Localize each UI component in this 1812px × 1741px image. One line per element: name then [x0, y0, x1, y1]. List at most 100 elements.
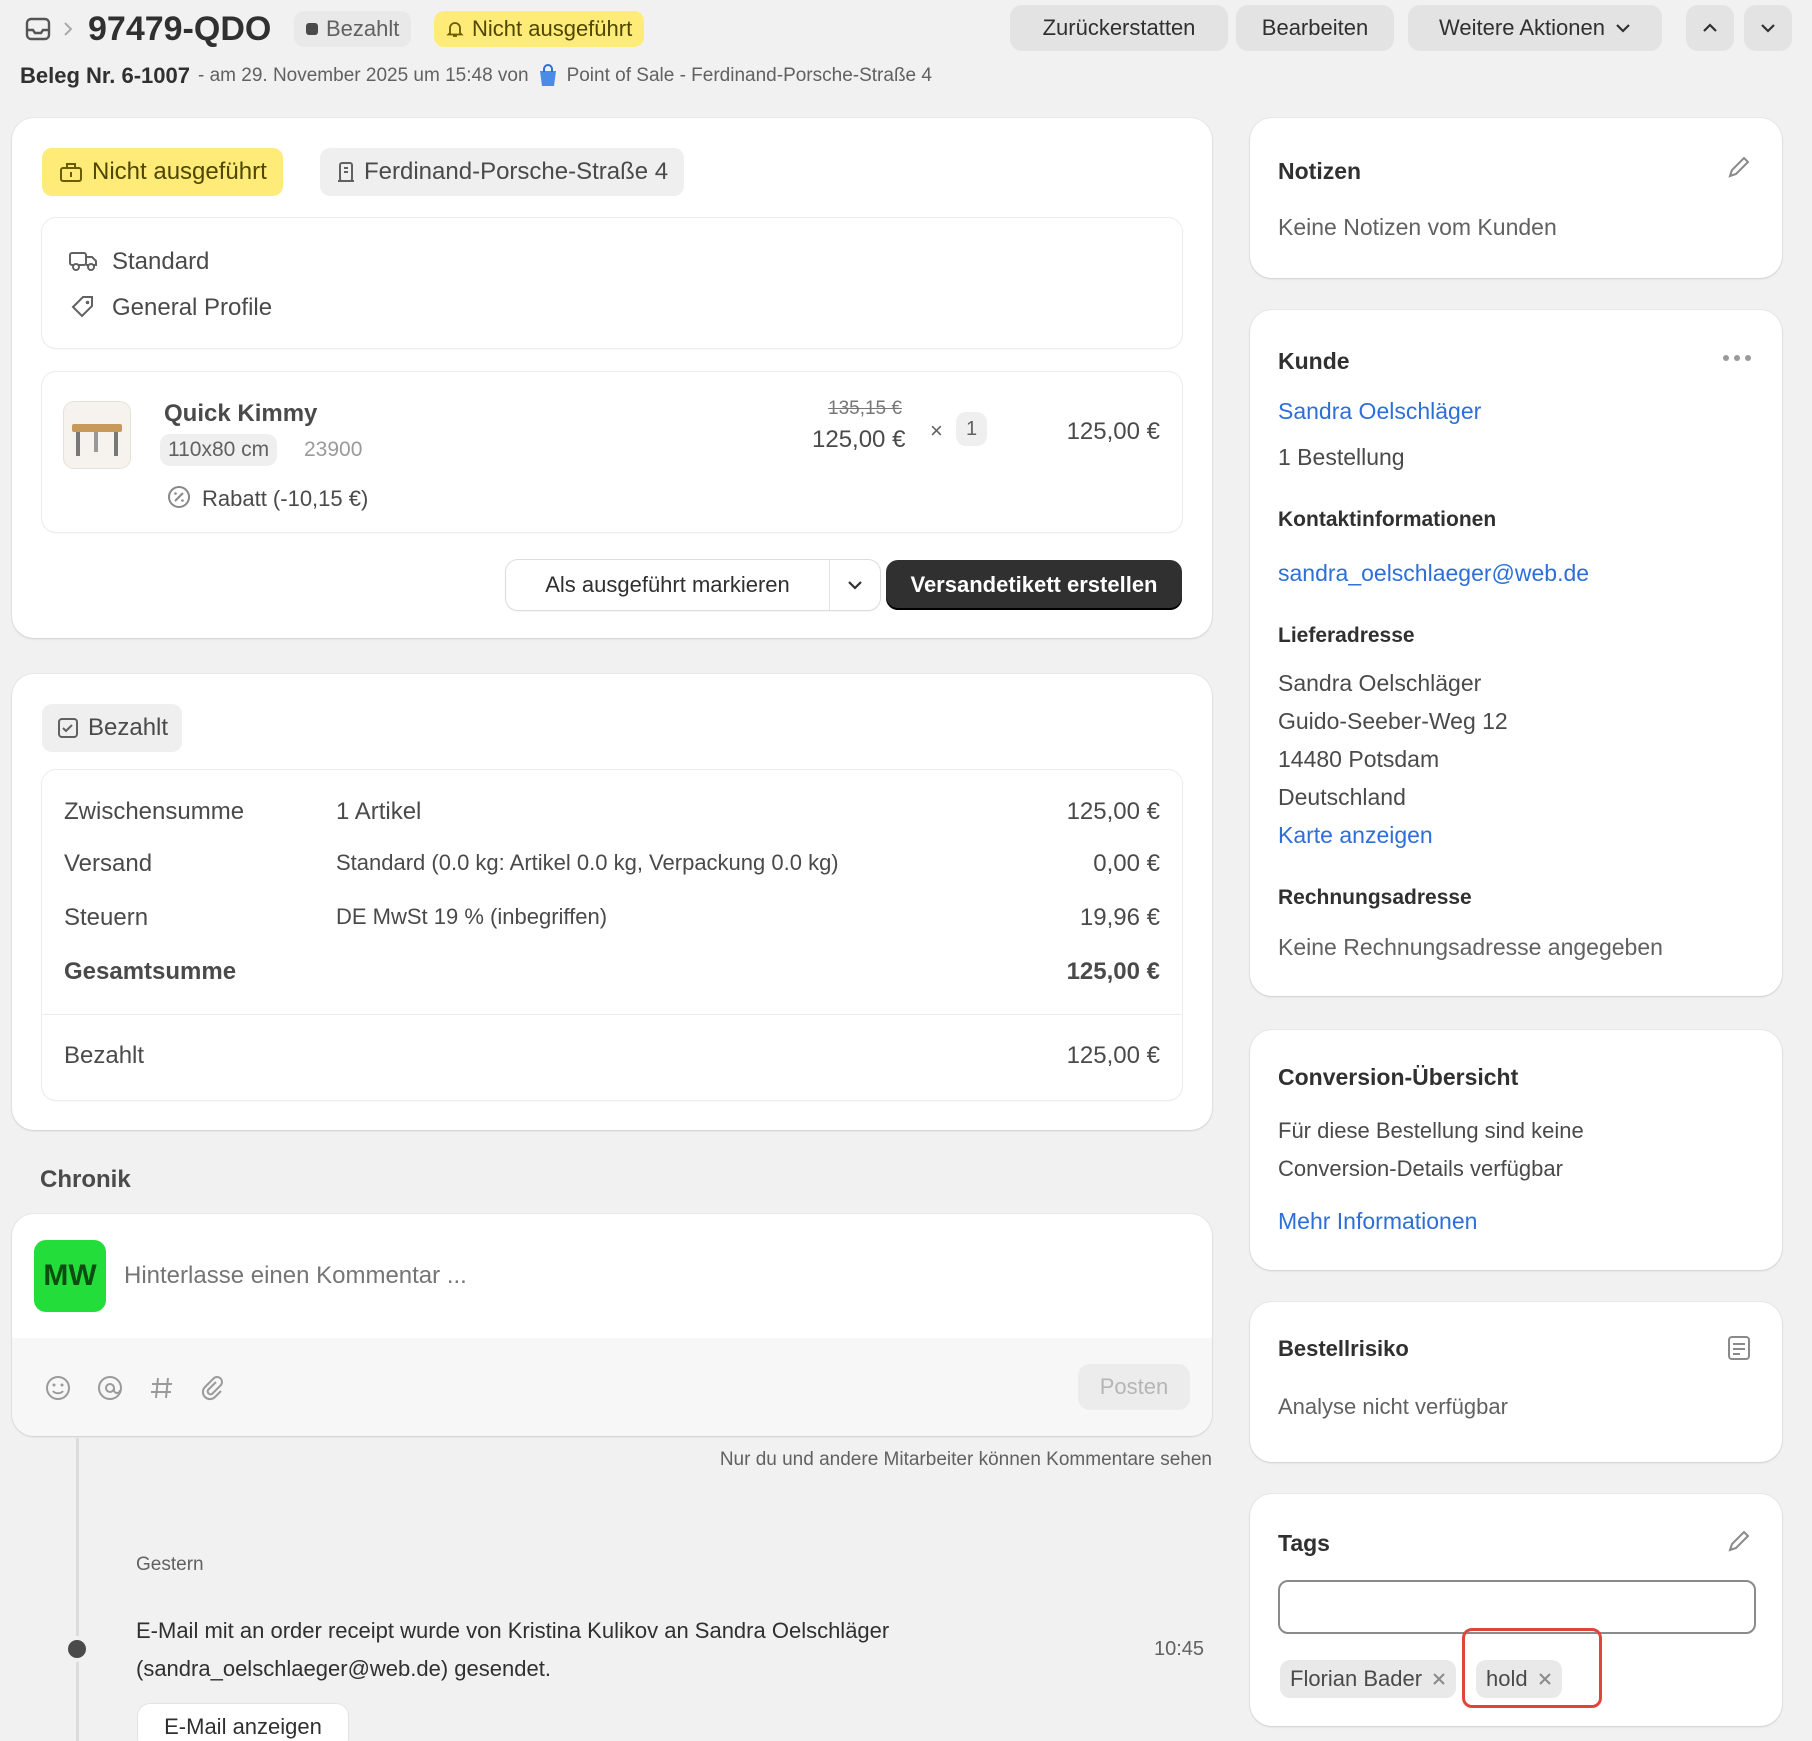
divider	[42, 1014, 1182, 1015]
chevron-up-icon	[1702, 23, 1718, 33]
fulfillment-card: Nicht ausgeführt Ferdinand-Porsche-Straß…	[12, 118, 1212, 638]
mark-fulfilled-dropdown[interactable]	[830, 560, 880, 610]
shipping-method: Standard	[112, 248, 210, 275]
building-icon	[336, 160, 356, 184]
address-city: 14480 Potsdam	[1278, 746, 1440, 772]
payment-summary-box: Zwischensumme 1 Artikel 125,00 € Versand…	[42, 770, 1182, 1100]
tax-detail: DE MwSt 19 % (inbegriffen)	[336, 904, 608, 929]
order-id: 97479-QDO	[88, 10, 272, 48]
previous-order-button[interactable]	[1686, 5, 1734, 51]
customer-name-link[interactable]: Sandra Oelschläger	[1278, 398, 1481, 425]
subtotal-label: Zwischensumme	[64, 798, 245, 825]
attachment-icon[interactable]	[198, 1374, 226, 1402]
shipping-profile: General Profile	[112, 294, 273, 321]
shipping-address-title: Lieferadresse	[1278, 624, 1415, 647]
post-button[interactable]: Posten	[1078, 1364, 1190, 1410]
conversion-title: Conversion-Übersicht	[1278, 1064, 1519, 1090]
comment-input[interactable]	[124, 1248, 1184, 1304]
visibility-note: Nur du und andere Mitarbeiter können Kom…	[719, 1449, 1212, 1470]
fulfillment-status-badge: Nicht ausgeführt	[42, 148, 283, 196]
address-country: Deutschland	[1278, 784, 1406, 810]
subtotal-detail: 1 Artikel	[336, 798, 422, 825]
discount-label: Rabatt (-10,15 €)	[202, 486, 369, 511]
close-icon[interactable]	[1432, 1672, 1446, 1686]
show-email-button[interactable]: E-Mail anzeigen	[138, 1704, 348, 1741]
total-label: Gesamtsumme	[64, 958, 237, 985]
timeline-event-line-1: E-Mail mit an order receipt wurde von Kr…	[136, 1618, 890, 1643]
order-meta-line: Beleg Nr. 6-1007 - am 29. November 2025 …	[20, 63, 932, 89]
timeline-event-line-2: (sandra_oelschlaeger@web.de) gesendet.	[136, 1656, 551, 1681]
product-name[interactable]: Quick Kimmy	[164, 400, 317, 428]
timeline-event-time: 10:45	[1154, 1638, 1205, 1660]
truck-icon	[68, 248, 98, 272]
timeline-line	[76, 1438, 79, 1741]
notes-title: Notizen	[1278, 158, 1362, 184]
discount-icon	[166, 484, 192, 510]
checkbox-icon	[56, 716, 80, 740]
dot-icon	[306, 23, 318, 35]
composer-toolbar: Posten	[12, 1338, 1212, 1436]
more-horizontal-icon[interactable]	[1722, 354, 1752, 362]
highlight-box	[1462, 1628, 1602, 1708]
product-thumbnail[interactable]	[64, 402, 130, 468]
bell-icon	[446, 20, 464, 38]
billing-address-text: Keine Rechnungsadresse angegeben	[1278, 934, 1663, 960]
line-item-box: Quick Kimmy 110x80 cm 23900 Rabatt (-10,…	[42, 372, 1182, 532]
order-risk-title: Bestellrisiko	[1278, 1336, 1409, 1361]
tags-title: Tags	[1278, 1530, 1330, 1556]
timeline-dot	[68, 1640, 86, 1658]
emoji-icon[interactable]	[44, 1374, 72, 1402]
tags-input[interactable]	[1278, 1580, 1756, 1634]
mention-icon[interactable]	[96, 1374, 124, 1402]
billing-address-title: Rechnungsadresse	[1278, 886, 1472, 909]
report-icon[interactable]	[1726, 1334, 1752, 1362]
payment-status-badge: Bezahlt	[42, 704, 183, 752]
customer-title: Kunde	[1278, 348, 1350, 374]
notes-card: Notizen Keine Notizen vom Kunden	[1250, 118, 1782, 278]
more-actions-button[interactable]: Weitere Aktionen	[1408, 5, 1662, 51]
payment-card: Bezahlt Zwischensumme 1 Artikel 125,00 €…	[12, 674, 1212, 1130]
mark-fulfilled-button[interactable]: Als ausgeführt markieren	[506, 560, 830, 610]
conversion-text-1: Für diese Bestellung sind keine	[1278, 1118, 1584, 1143]
more-information-link[interactable]: Mehr Informationen	[1278, 1208, 1477, 1235]
edit-button[interactable]: Bearbeiten	[1236, 5, 1394, 51]
notes-text: Keine Notizen vom Kunden	[1278, 214, 1557, 240]
times-sign: ×	[930, 418, 943, 443]
paid-label: Bezahlt	[64, 1042, 145, 1069]
shipping-amount: 0,00 €	[1093, 850, 1160, 877]
pencil-icon[interactable]	[1726, 1528, 1752, 1554]
subtotal-amount: 125,00 €	[1066, 798, 1160, 825]
shopify-bag-icon	[537, 64, 559, 88]
shipping-method-box: Standard General Profile	[42, 218, 1182, 348]
receipt-meta: - am 29. November 2025 um 15:48 von	[197, 65, 529, 86]
receipt-number: Beleg Nr. 6-1007	[20, 63, 190, 88]
date-group-label: Gestern	[136, 1554, 204, 1575]
tag-icon	[70, 294, 96, 320]
total-amount: 125,00 €	[1066, 958, 1160, 985]
shipping-detail: Standard (0.0 kg: Artikel 0.0 kg, Verpac…	[336, 850, 839, 875]
next-order-button[interactable]	[1744, 5, 1792, 51]
comment-composer: MW Posten	[12, 1214, 1212, 1436]
conversion-card: Conversion-Übersicht Für diese Bestellun…	[1250, 1030, 1782, 1270]
hashtag-icon[interactable]	[148, 1374, 176, 1402]
product-sku: 23900	[304, 438, 363, 461]
contact-title: Kontaktinformationen	[1278, 508, 1497, 531]
unit-price: 125,00 €	[812, 426, 906, 453]
box-icon	[58, 160, 84, 184]
chevron-right-icon	[64, 22, 72, 36]
chevron-down-icon	[847, 580, 863, 590]
refund-button[interactable]: Zurückerstatten	[1010, 5, 1228, 51]
show-map-link[interactable]: Karte anzeigen	[1278, 822, 1433, 849]
address-street: Guido-Seeber-Weg 12	[1278, 708, 1508, 734]
chevron-down-icon	[1760, 23, 1776, 33]
pencil-icon[interactable]	[1726, 154, 1752, 180]
create-shipping-label-button[interactable]: Versandetikett erstellen	[886, 560, 1182, 610]
timeline-title: Chronik	[40, 1166, 131, 1193]
inbox-icon[interactable]	[24, 16, 52, 42]
customer-email-link[interactable]: sandra_oelschlaeger@web.de	[1278, 560, 1589, 587]
original-price: 135,15 €	[828, 398, 902, 419]
address-name: Sandra Oelschläger	[1278, 670, 1482, 696]
line-total: 125,00 €	[1066, 418, 1160, 445]
unfulfilled-status-badge: Nicht ausgeführt	[434, 11, 645, 47]
tag-chip: Florian Bader	[1280, 1660, 1457, 1698]
